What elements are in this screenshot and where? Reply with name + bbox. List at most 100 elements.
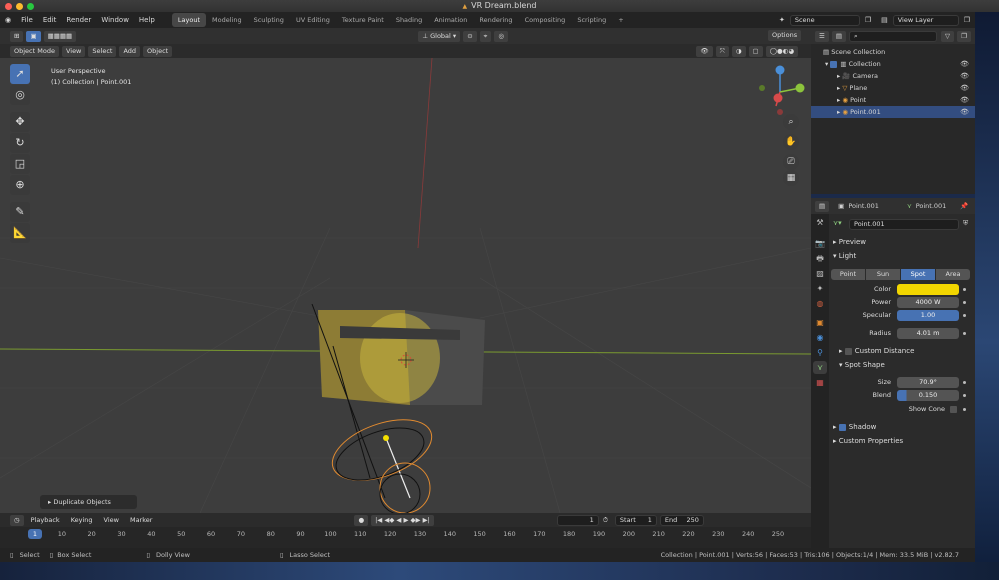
tab-layout[interactable]: Layout — [171, 13, 206, 27]
transform-orientation-dropdown[interactable]: ⊥ Global ▾ — [418, 30, 461, 42]
rotate-tool-icon[interactable]: ↻ — [10, 133, 30, 153]
keyframe-dot[interactable] — [963, 394, 966, 397]
section-custom-properties[interactable]: ▸ Custom Properties — [829, 435, 975, 448]
ortho-toggle-icon[interactable]: ▦ — [783, 170, 799, 186]
eye-icon[interactable]: 👁 — [960, 58, 969, 70]
scale-tool-icon[interactable]: ◲ — [10, 154, 30, 174]
record-icon[interactable]: ● — [354, 514, 369, 526]
shadow-checkbox[interactable] — [838, 423, 846, 431]
eye-icon[interactable]: 👁 — [960, 70, 969, 82]
outliner-row-point-001[interactable]: ▸ ◉ Point.001 👁 — [811, 106, 975, 118]
new-collection-icon[interactable]: ❐ — [956, 30, 971, 42]
eye-icon[interactable]: 👁 — [960, 94, 969, 106]
outliner-search-input[interactable]: ⌕ — [848, 30, 937, 42]
view-layer-icon[interactable]: ▤ — [876, 12, 893, 28]
tab-rendering[interactable]: Rendering — [473, 13, 518, 27]
scene-icon[interactable]: ✦ — [774, 12, 790, 28]
keyframe-dot[interactable] — [963, 381, 966, 384]
object-tab-icon[interactable]: ▣ — [813, 316, 827, 329]
spot-size-field[interactable]: 70.9° — [897, 377, 959, 388]
light-data-tab-icon[interactable]: ⋎ — [813, 361, 827, 374]
tab-shading[interactable]: Shading — [390, 13, 428, 27]
outliner-row-point[interactable]: ▸ ◉ Point 👁 — [811, 94, 975, 106]
select-tool-icon[interactable]: ➚ — [10, 64, 30, 84]
render-tab-icon[interactable]: 📷 — [813, 237, 827, 250]
view-layer-tab-icon[interactable]: ▨ — [813, 267, 827, 280]
physics-tab-icon[interactable]: ◉ — [813, 331, 827, 344]
timeline-editor[interactable]: ◷ Playback Keying View Marker ● |◀ ◀◆ ◀ … — [0, 513, 811, 548]
power-field[interactable]: 4000 W — [897, 297, 959, 308]
constraints-tab-icon[interactable]: ⚲ — [813, 346, 827, 359]
specular-slider[interactable]: 1.00 — [897, 310, 959, 321]
menu-view[interactable]: View — [61, 45, 86, 57]
object-mode-dropdown[interactable]: Object Mode — [10, 45, 59, 57]
menu-object[interactable]: Object — [143, 45, 173, 57]
radius-field[interactable]: 4.01 m — [897, 328, 959, 339]
blender-logo-icon[interactable]: ◉ — [0, 12, 16, 28]
menu-file[interactable]: File — [16, 12, 38, 28]
scene-collection-row[interactable]: ▤ Scene Collection — [811, 46, 975, 58]
properties-panel[interactable]: ⋎▾ Point.001 ⛨ ▸ Preview ▾ Light Point S… — [829, 214, 975, 548]
current-frame-indicator[interactable]: 1 — [28, 529, 42, 539]
overlay-toggle-icon[interactable]: ◑ — [731, 45, 746, 57]
outliner-row-camera[interactable]: ▸ 🎥 Camera 👁 — [811, 70, 975, 82]
keyframe-dot[interactable] — [963, 408, 966, 411]
datablock-selector[interactable]: ⋎▾ Point.001 ⛨ — [833, 219, 969, 230]
new-view-layer-icon[interactable]: ❐ — [959, 12, 975, 28]
zoom-window-button[interactable] — [27, 3, 34, 10]
move-tool-icon[interactable]: ✥ — [10, 112, 30, 132]
view-layer-selector[interactable]: View Layer — [892, 14, 959, 26]
stopwatch-icon[interactable]: ⏱ — [599, 515, 612, 526]
tab-animation[interactable]: Animation — [428, 13, 473, 27]
scene-tab-icon[interactable]: ✦ — [813, 282, 827, 295]
world-tab-icon[interactable]: ◍ — [813, 297, 827, 310]
pin-icon[interactable]: 📌 — [960, 202, 968, 210]
keyframe-dot[interactable] — [963, 288, 966, 291]
end-frame-field[interactable]: End 250 — [659, 514, 704, 526]
xray-icon[interactable]: ▢ — [748, 45, 763, 57]
keyframe-dot[interactable] — [963, 301, 966, 304]
properties-editor-icon[interactable]: ▤ — [815, 200, 830, 212]
menu-add[interactable]: Add — [119, 45, 141, 57]
show-cone-checkbox[interactable] — [950, 406, 957, 413]
color-swatch[interactable] — [897, 284, 959, 295]
timeline-editor-icon[interactable]: ◷ — [10, 514, 24, 526]
outliner-row-plane[interactable]: ▸ ▽ Plane 👁 — [811, 82, 975, 94]
outliner[interactable]: ▤ Scene Collection ▾ ▥ Collection 👁 ▸ 🎥 C… — [811, 44, 975, 194]
add-workspace-button[interactable]: + — [612, 13, 629, 27]
menu-window[interactable]: Window — [96, 12, 134, 28]
display-mode-icon[interactable]: ▤ — [831, 30, 846, 42]
annotate-tool-icon[interactable]: ✎ — [10, 202, 30, 222]
menu-timeline-view[interactable]: View — [100, 515, 123, 526]
pivot-icon[interactable]: ⊙ — [463, 30, 477, 42]
current-frame-field[interactable]: 1 — [556, 514, 599, 526]
tab-modeling[interactable]: Modeling — [206, 13, 248, 27]
transform-tool-icon[interactable]: ⊕ — [10, 175, 30, 195]
scene-selector[interactable]: Scene — [789, 14, 860, 26]
cursor-tool-icon[interactable]: ◎ — [10, 85, 30, 105]
pan-view-icon[interactable]: ✋ — [783, 134, 799, 150]
tool-tab-icon[interactable]: ⚒ — [813, 216, 827, 229]
gizmo-toggle-icon[interactable]: ⤧ — [715, 45, 729, 57]
custom-distance-checkbox[interactable] — [844, 347, 852, 355]
tab-sculpting[interactable]: Sculpting — [248, 13, 290, 27]
keyframe-dot[interactable] — [963, 314, 966, 317]
light-type-point[interactable]: Point — [831, 269, 865, 280]
collection-checkbox[interactable] — [830, 60, 838, 68]
light-type-area[interactable]: Area — [936, 269, 970, 280]
measure-tool-icon[interactable]: 📐 — [10, 223, 30, 243]
menu-playback[interactable]: Playback — [27, 515, 64, 526]
eye-icon[interactable]: 👁 — [960, 82, 969, 94]
menu-edit[interactable]: Edit — [38, 12, 62, 28]
shading-modes-icons[interactable]: ◯●◐◕ — [765, 45, 798, 57]
zoom-view-icon[interactable]: ⌕ — [783, 114, 799, 130]
outliner-row-collection[interactable]: ▾ ▥ Collection 👁 — [811, 58, 975, 70]
keyframe-dot[interactable] — [963, 332, 966, 335]
section-shadow[interactable]: ▸ Shadow — [829, 421, 975, 434]
section-custom-distance[interactable]: ▸ Custom Distance — [829, 345, 975, 358]
output-tab-icon[interactable]: 🖶 — [813, 252, 827, 265]
tab-compositing[interactable]: Compositing — [519, 13, 572, 27]
datablock-name-field[interactable]: Point.001 — [849, 219, 959, 230]
outliner-editor-icon[interactable]: ☰ — [815, 30, 829, 42]
menu-render[interactable]: Render — [61, 12, 96, 28]
